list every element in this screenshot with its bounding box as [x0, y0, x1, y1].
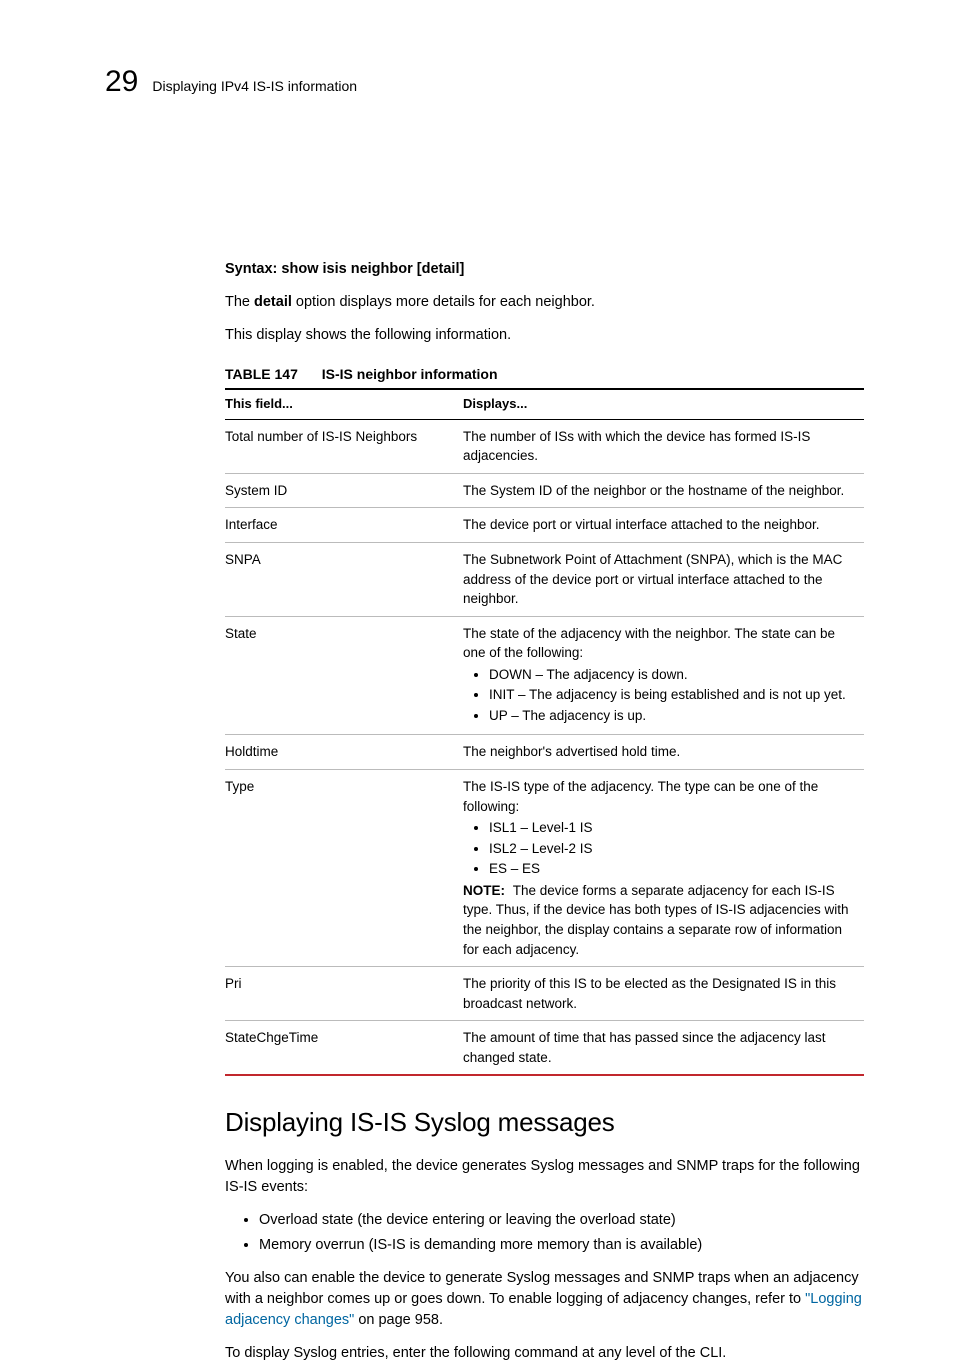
table-row: Holdtime The neighbor's advertised hold … — [225, 735, 864, 770]
table-row: SNPA The Subnetwork Point of Attachment … — [225, 542, 864, 616]
section-para-3: To display Syslog entries, enter the fol… — [225, 1343, 864, 1364]
list-item: ISL1 – Level-1 IS — [489, 818, 856, 838]
section-heading: Displaying IS-IS Syslog messages — [225, 1104, 864, 1142]
list-item: INIT – The adjacency is being establishe… — [489, 685, 856, 705]
list-item: UP – The adjacency is up. — [489, 706, 856, 726]
table-row: Pri The priority of this IS to be electe… — [225, 967, 864, 1021]
table-row: System ID The System ID of the neighbor … — [225, 473, 864, 508]
running-header: 29 Displaying IPv4 IS-IS information — [105, 60, 864, 104]
intro-para-2: This display shows the following informa… — [225, 325, 864, 346]
syntax-line: Syntax: show isis neighbor [detail] — [225, 259, 864, 280]
type-note: NOTE: The device forms a separate adjace… — [463, 881, 856, 959]
list-item: ES – ES — [489, 859, 856, 879]
syntax-command: show isis neighbor [detail] — [281, 261, 464, 277]
running-title: Displaying IPv4 IS-IS information — [152, 76, 357, 96]
state-list: DOWN – The adjacency is down. INIT – The… — [463, 665, 856, 726]
table-number: TABLE 147 — [225, 366, 298, 382]
list-item: Overload state (the device entering or l… — [259, 1210, 864, 1231]
type-list: ISL1 – Level-1 IS ISL2 – Level-2 IS ES –… — [463, 818, 856, 879]
section-para-2: You also can enable the device to genera… — [225, 1268, 864, 1331]
table-row: Interface The device port or virtual int… — [225, 508, 864, 543]
list-item: DOWN – The adjacency is down. — [489, 665, 856, 685]
list-item: ISL2 – Level-2 IS — [489, 839, 856, 859]
table-caption: TABLE 147 IS-IS neighbor information — [225, 364, 864, 384]
table-row: StateChgeTime The amount of time that ha… — [225, 1021, 864, 1076]
table-row: State The state of the adjacency with th… — [225, 616, 864, 735]
syntax-label: Syntax: — [225, 261, 277, 277]
events-list: Overload state (the device entering or l… — [225, 1210, 864, 1256]
table-row: Type The IS-IS type of the adjacency. Th… — [225, 770, 864, 967]
table-head-field: This field... — [225, 389, 463, 419]
section-para-1: When logging is enabled, the device gene… — [225, 1156, 864, 1198]
intro-para-1: The detail option displays more details … — [225, 292, 864, 313]
table-title: IS-IS neighbor information — [322, 366, 498, 382]
table-head-displays: Displays... — [463, 389, 864, 419]
neighbor-info-table: This field... Displays... Total number o… — [225, 388, 864, 1076]
table-row: Total number of IS-IS Neighbors The numb… — [225, 419, 864, 473]
list-item: Memory overrun (IS-IS is demanding more … — [259, 1235, 864, 1256]
chapter-number: 29 — [105, 60, 138, 104]
